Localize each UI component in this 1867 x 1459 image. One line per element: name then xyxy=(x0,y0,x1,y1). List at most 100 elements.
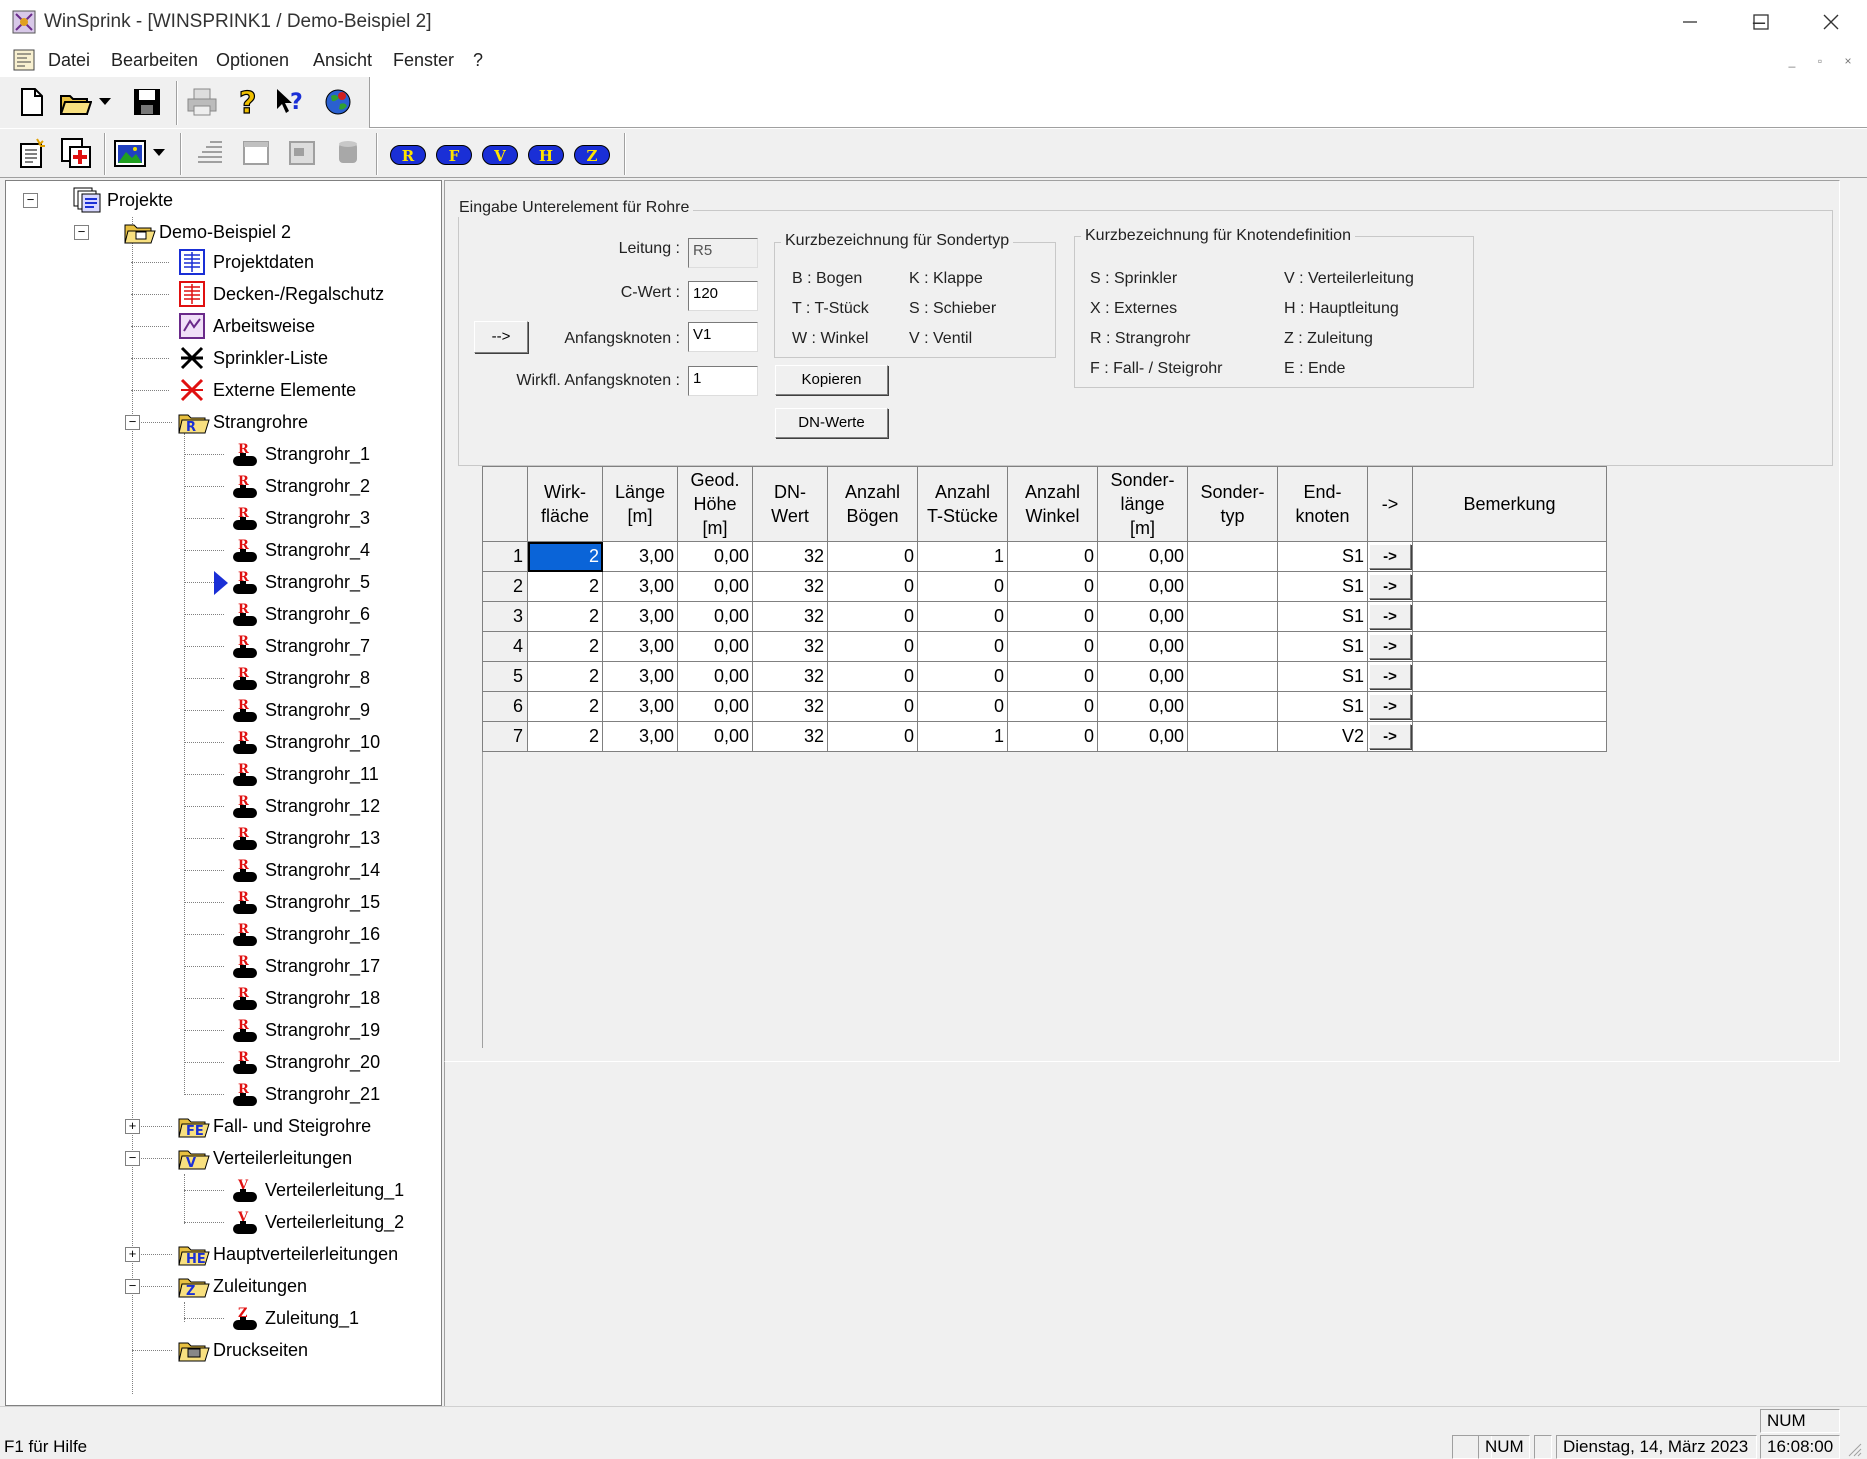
cell-dn-wert[interactable]: 32 xyxy=(752,691,828,722)
cell-sondertyp[interactable] xyxy=(1187,541,1278,572)
tree-node-sprinkler-liste[interactable]: Sprinkler-Liste xyxy=(178,345,328,371)
table-row[interactable]: 4 2 3,00 0,00 32 0 0 0 0,00 S1 -> xyxy=(482,631,1607,662)
cell-endknoten[interactable]: S1 xyxy=(1277,691,1368,722)
tree-node-strangrohr_4[interactable]: R Strangrohr_4 xyxy=(230,537,370,563)
tree-node-fall-und-steigrohre[interactable]: FE Fall- und Steigrohre xyxy=(178,1113,371,1139)
table-row[interactable]: 7 2 3,00 0,00 32 0 1 0 0,00 V2 -> xyxy=(482,721,1607,752)
tree-node-strangrohr_6[interactable]: R Strangrohr_6 xyxy=(230,601,370,627)
cell-laenge[interactable]: 3,00 xyxy=(602,691,678,722)
cell-anzahl-boegen[interactable]: 0 xyxy=(827,661,918,692)
tree-node-zuleitungen[interactable]: Z Zuleitungen xyxy=(178,1273,307,1299)
cell-wirkflaeche[interactable]: 2 xyxy=(527,661,603,692)
tree-node-strangrohr_11[interactable]: R Strangrohr_11 xyxy=(230,761,379,787)
cell-laenge[interactable]: 3,00 xyxy=(602,631,678,662)
row-header[interactable]: 7 xyxy=(482,721,528,752)
cell-geod-hoehe[interactable]: 0,00 xyxy=(677,541,753,572)
new-project-button[interactable] xyxy=(14,135,50,171)
cell-geod-hoehe[interactable]: 0,00 xyxy=(677,691,753,722)
cell-endknoten[interactable]: V2 xyxy=(1277,721,1368,752)
cell-laenge[interactable]: 3,00 xyxy=(602,541,678,572)
cell-wirkflaeche[interactable]: 2 xyxy=(527,571,603,602)
cell-wirkflaeche[interactable]: 2 xyxy=(527,601,603,632)
row-header[interactable]: 2 xyxy=(482,571,528,602)
cell-dn-wert[interactable]: 32 xyxy=(752,661,828,692)
tree-node-strangrohr_14[interactable]: R Strangrohr_14 xyxy=(230,857,380,883)
menu-fenster[interactable]: Fenster xyxy=(393,50,454,71)
row-header[interactable]: 6 xyxy=(482,691,528,722)
header-sonderlaenge[interactable]: Sonder-länge [m] xyxy=(1097,466,1188,542)
strangrohr-r-button[interactable]: R xyxy=(390,145,426,165)
print-button[interactable] xyxy=(184,84,220,120)
web-button[interactable] xyxy=(320,84,356,120)
cell-endknoten[interactable]: S1 xyxy=(1277,541,1368,572)
verteiler-v-button[interactable]: V xyxy=(482,145,518,165)
tree-node-hauptverteilerleitungen[interactable]: HE Hauptverteilerleitungen xyxy=(178,1241,398,1267)
cell-dn-wert[interactable]: 32 xyxy=(752,571,828,602)
cell-sondertyp[interactable] xyxy=(1187,631,1278,662)
table-row[interactable]: 2 2 3,00 0,00 32 0 0 0 0,00 S1 -> xyxy=(482,571,1607,602)
maximize-button[interactable] xyxy=(1731,0,1791,44)
tree-node-strangrohr_17[interactable]: R Strangrohr_17 xyxy=(230,953,380,979)
tree-node-strangrohr_10[interactable]: R Strangrohr_10 xyxy=(230,729,380,755)
expand-hauptverteilerleitungen-button[interactable]: + xyxy=(125,1247,140,1262)
cell-geod-hoehe[interactable]: 0,00 xyxy=(677,631,753,662)
tree-node-strangrohr_1[interactable]: R Strangrohr_1 xyxy=(230,441,370,467)
open-dropdown-button[interactable] xyxy=(96,84,114,120)
tree-node-strangrohr_7[interactable]: R Strangrohr_7 xyxy=(230,633,370,659)
cell-anzahl-winkel[interactable]: 0 xyxy=(1007,601,1098,632)
kopieren-button[interactable]: Kopieren xyxy=(775,365,888,395)
tree-node-strangrohr_19[interactable]: R Strangrohr_19 xyxy=(230,1017,380,1043)
row-header[interactable]: 4 xyxy=(482,631,528,662)
table-row[interactable]: 1 2 3,00 0,00 32 0 1 0 0,00 S1 -> xyxy=(482,541,1607,572)
cell-anzahl-tstuecke[interactable]: 0 xyxy=(917,631,1008,662)
expand-fall-und-steigrohre-button[interactable]: + xyxy=(125,1119,140,1134)
cell-sonderlaenge[interactable]: 0,00 xyxy=(1097,601,1188,632)
row-arrow-button[interactable]: -> xyxy=(1369,544,1411,569)
tile-button[interactable] xyxy=(284,135,320,171)
cell-sonderlaenge[interactable]: 0,00 xyxy=(1097,571,1188,602)
cell-bemerkung[interactable] xyxy=(1412,601,1607,632)
cell-anzahl-tstuecke[interactable]: 1 xyxy=(917,721,1008,752)
cell-anzahl-tstuecke[interactable]: 0 xyxy=(917,571,1008,602)
tree-node-externe-elemente[interactable]: Externe Elemente xyxy=(178,377,356,403)
row-header[interactable]: 5 xyxy=(482,661,528,692)
header-arrow[interactable]: -> xyxy=(1367,466,1413,542)
cell-anzahl-winkel[interactable]: 0 xyxy=(1007,541,1098,572)
cascade-button[interactable] xyxy=(192,135,228,171)
tree-node-arbeitsweise[interactable]: Arbeitsweise xyxy=(178,313,315,339)
resize-grip-icon[interactable] xyxy=(1846,1441,1862,1457)
dn-werte-button[interactable]: DN-Werte xyxy=(775,408,888,438)
tree-node-strangrohr_18[interactable]: R Strangrohr_18 xyxy=(230,985,380,1011)
help-button[interactable]: ? xyxy=(230,84,266,120)
cell-geod-hoehe[interactable]: 0,00 xyxy=(677,601,753,632)
view-dropdown-button[interactable] xyxy=(150,135,168,171)
cell-anzahl-tstuecke[interactable]: 0 xyxy=(917,691,1008,722)
cell-sondertyp[interactable] xyxy=(1187,571,1278,602)
table-row[interactable]: 6 2 3,00 0,00 32 0 0 0 0,00 S1 -> xyxy=(482,691,1607,722)
wirkflaeche-anfangsknoten-field[interactable]: 1 xyxy=(688,366,758,396)
view-button[interactable] xyxy=(112,135,148,171)
cell-endknoten[interactable]: S1 xyxy=(1277,661,1368,692)
cell-dn-wert[interactable]: 32 xyxy=(752,721,828,752)
header-geod-hoehe[interactable]: Geod. Höhe [m] xyxy=(677,466,753,542)
cell-anzahl-boegen[interactable]: 0 xyxy=(827,571,918,602)
tree-node-strangrohr_12[interactable]: R Strangrohr_12 xyxy=(230,793,380,819)
tree-node-verteilerleitungen[interactable]: V Verteilerleitungen xyxy=(178,1145,352,1171)
mdi-close-button[interactable]: × xyxy=(1836,50,1860,72)
cell-anzahl-winkel[interactable]: 0 xyxy=(1007,571,1098,602)
cell-bemerkung[interactable] xyxy=(1412,541,1607,572)
cell-sondertyp[interactable] xyxy=(1187,661,1278,692)
cell-anzahl-winkel[interactable]: 0 xyxy=(1007,631,1098,662)
row-header[interactable]: 3 xyxy=(482,601,528,632)
cell-wirkflaeche[interactable]: 2 xyxy=(527,541,603,572)
cell-sonderlaenge[interactable]: 0,00 xyxy=(1097,661,1188,692)
tree-node-strangrohr_5[interactable]: R Strangrohr_5 xyxy=(230,569,370,595)
row-arrow-button[interactable]: -> xyxy=(1369,724,1411,749)
cell-bemerkung[interactable] xyxy=(1412,631,1607,662)
save-button[interactable] xyxy=(129,84,165,120)
context-help-button[interactable]: ? xyxy=(274,84,310,120)
header-bemerkung[interactable]: Bemerkung xyxy=(1412,466,1607,542)
cell-anzahl-tstuecke[interactable]: 0 xyxy=(917,601,1008,632)
cell-bemerkung[interactable] xyxy=(1412,691,1607,722)
cell-laenge[interactable]: 3,00 xyxy=(602,601,678,632)
